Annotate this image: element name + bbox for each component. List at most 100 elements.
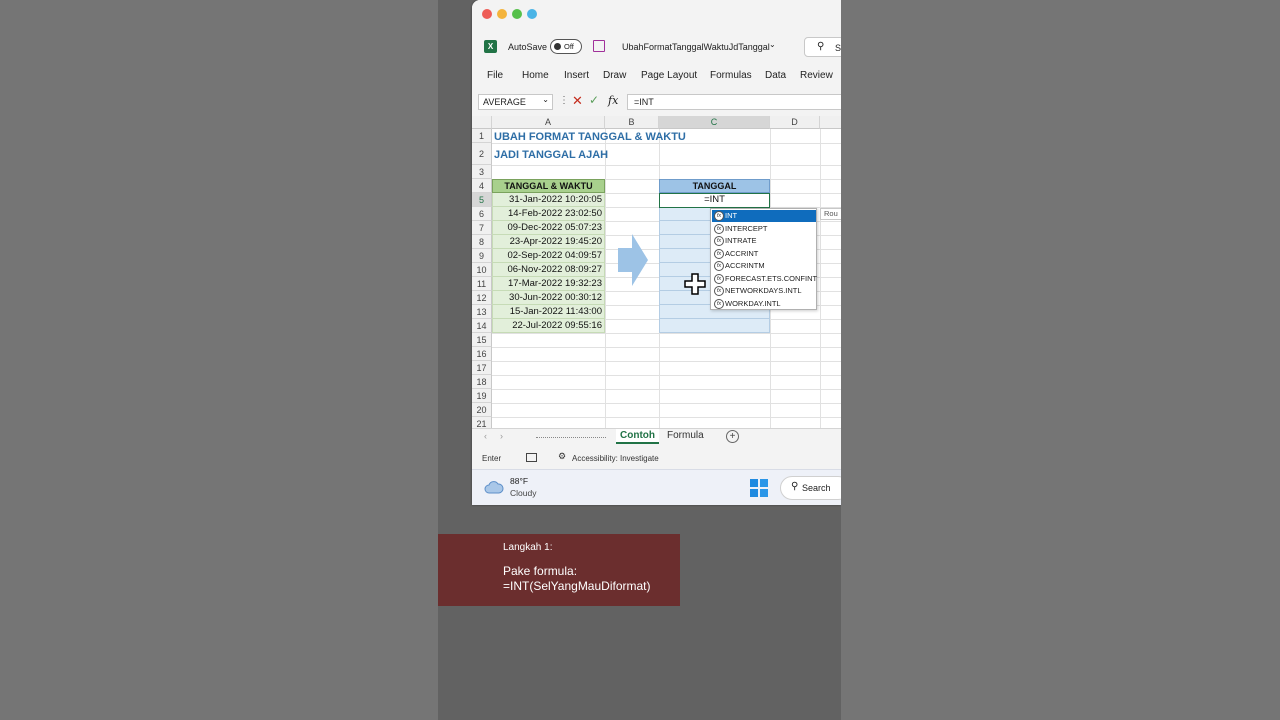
row-header[interactable]: 2 bbox=[472, 143, 492, 165]
chevron-down-icon[interactable]: ⌄ bbox=[769, 40, 776, 49]
windows-start-icon[interactable] bbox=[750, 479, 768, 497]
row-header[interactable]: 21 bbox=[472, 417, 492, 428]
fullscreen-button[interactable] bbox=[527, 9, 537, 19]
row-header[interactable]: 4 bbox=[472, 179, 492, 193]
scroll-left-icon[interactable]: ‹ bbox=[484, 431, 487, 441]
datetime-cell[interactable]: 17-Mar-2022 19:32:23 bbox=[492, 277, 605, 291]
tutorial-caption: Langkah 1: Pake formula: =INT(SelYangMau… bbox=[438, 534, 680, 606]
gridline bbox=[492, 361, 841, 362]
taskbar-search-box[interactable]: ⚲ Search bbox=[780, 476, 841, 500]
save-icon[interactable] bbox=[593, 40, 605, 52]
active-cell-c5[interactable]: =INT bbox=[659, 193, 770, 208]
datetime-cell[interactable]: 15-Jan-2022 11:43:00 bbox=[492, 305, 605, 319]
row-header[interactable]: 9 bbox=[472, 249, 492, 263]
more-options-icon[interactable]: ⋮ bbox=[559, 95, 569, 106]
accessibility-status[interactable]: Accessibility: Investigate bbox=[572, 454, 659, 463]
row-header[interactable]: 20 bbox=[472, 403, 492, 417]
row-header[interactable]: 3 bbox=[472, 165, 492, 179]
row-header[interactable]: 16 bbox=[472, 347, 492, 361]
sheet-title-line1: UBAH FORMAT TANGGAL & WAKTU bbox=[494, 131, 686, 143]
sheet-tab-bar: ‹ › Contoh Formula + bbox=[472, 428, 841, 445]
row-header[interactable]: 15 bbox=[472, 333, 492, 347]
cancel-icon[interactable]: ✕ bbox=[572, 93, 583, 109]
column-header-b[interactable]: B bbox=[605, 116, 659, 129]
autocomplete-item[interactable]: fx INTRATE bbox=[712, 235, 816, 247]
tab-file[interactable]: File bbox=[487, 70, 503, 81]
autocomplete-item[interactable]: fx INTERCEPT bbox=[712, 223, 816, 235]
close-window-button[interactable] bbox=[482, 9, 492, 19]
tab-draw[interactable]: Draw bbox=[603, 70, 626, 81]
maximize-window-button[interactable] bbox=[512, 9, 522, 19]
tab-page-layout[interactable]: Page Layout bbox=[641, 70, 697, 81]
datetime-cell[interactable]: 22-Jul-2022 09:55:16 bbox=[492, 319, 605, 333]
tab-review[interactable]: Review bbox=[800, 70, 833, 81]
column-header-c[interactable]: C bbox=[659, 116, 770, 129]
autosave-toggle[interactable]: Off bbox=[550, 39, 582, 54]
sheet-tab-formula[interactable]: Formula bbox=[663, 430, 708, 441]
datetime-cell[interactable]: 23-Apr-2022 19:45:20 bbox=[492, 235, 605, 249]
column-header-a[interactable]: A bbox=[492, 116, 605, 129]
enter-icon[interactable]: ✓ bbox=[589, 93, 599, 107]
row-header[interactable]: 18 bbox=[472, 375, 492, 389]
search-icon: ⚲ bbox=[791, 481, 799, 492]
datetime-cell[interactable]: 06-Nov-2022 08:09:27 bbox=[492, 263, 605, 277]
minimize-window-button[interactable] bbox=[497, 9, 507, 19]
datetime-cell[interactable]: 14-Feb-2022 23:02:50 bbox=[492, 207, 605, 221]
tab-data[interactable]: Data bbox=[765, 70, 786, 81]
caption-line1: Pake formula: bbox=[503, 564, 578, 578]
autocomplete-item[interactable]: fx INT bbox=[712, 210, 816, 222]
row-header[interactable]: 5 bbox=[472, 193, 492, 207]
autocomplete-item[interactable]: fx ACCRINT bbox=[712, 248, 816, 260]
datetime-cell[interactable]: 31-Jan-2022 10:20:05 bbox=[492, 193, 605, 207]
sheet-tab-scrollbar[interactable] bbox=[536, 437, 606, 438]
cloud-icon bbox=[484, 481, 504, 494]
filename[interactable]: UbahFormatTanggalWaktuJdTanggal bbox=[622, 42, 770, 52]
scroll-right-icon[interactable]: › bbox=[500, 431, 503, 441]
add-sheet-icon[interactable]: + bbox=[726, 430, 739, 443]
row-header[interactable]: 13 bbox=[472, 305, 492, 319]
spreadsheet-grid[interactable]: A B C D 1 2 3 4 5 6 7 8 9 10 11 12 13 14… bbox=[472, 116, 841, 428]
row-header[interactable]: 1 bbox=[472, 129, 492, 143]
autocomplete-item[interactable]: fx ACCRINTM bbox=[712, 260, 816, 272]
date-column-header[interactable]: TANGGAL bbox=[659, 179, 770, 193]
datetime-cell[interactable]: 09-Dec-2022 05:07:23 bbox=[492, 221, 605, 235]
tab-formulas[interactable]: Formulas bbox=[710, 70, 752, 81]
row-header[interactable]: 11 bbox=[472, 277, 492, 291]
cell-cursor-icon bbox=[684, 273, 706, 295]
row-header[interactable]: 6 bbox=[472, 207, 492, 221]
select-all-corner[interactable] bbox=[472, 116, 492, 129]
autocomplete-item[interactable]: fx WORKDAY.INTL bbox=[712, 298, 816, 310]
excel-window: X AutoSave Off UbahFormatTanggalWaktuJdT… bbox=[472, 0, 841, 505]
macro-record-icon[interactable] bbox=[526, 453, 537, 462]
insert-function-icon[interactable]: fx bbox=[608, 94, 618, 107]
date-cell[interactable] bbox=[659, 319, 770, 333]
row-header[interactable]: 12 bbox=[472, 291, 492, 305]
weather-condition[interactable]: Cloudy bbox=[510, 488, 536, 498]
datetime-column-header[interactable]: TANGGAL & WAKTU bbox=[492, 179, 605, 193]
name-box[interactable]: AVERAGE ⌄ bbox=[478, 94, 553, 110]
status-bar: Enter ⚙ Accessibility: Investigate bbox=[472, 448, 841, 468]
tab-insert[interactable]: Insert bbox=[564, 70, 589, 81]
row-header[interactable]: 8 bbox=[472, 235, 492, 249]
weather-temperature[interactable]: 88°F bbox=[510, 476, 528, 486]
datetime-cell[interactable]: 30-Jun-2022 00:30:12 bbox=[492, 291, 605, 305]
gridline bbox=[492, 165, 841, 166]
ribbon-tabs: File Home Insert Draw Page Layout Formul… bbox=[472, 66, 841, 86]
search-box[interactable]: ⚲ S bbox=[804, 37, 841, 57]
row-header[interactable]: 19 bbox=[472, 389, 492, 403]
column-header-e[interactable] bbox=[820, 116, 841, 129]
sheet-tab-contoh[interactable]: Contoh bbox=[616, 429, 659, 444]
chevron-down-icon[interactable]: ⌄ bbox=[542, 95, 549, 104]
row-header[interactable]: 14 bbox=[472, 319, 492, 333]
autocomplete-item[interactable]: fx NETWORKDAYS.INTL bbox=[712, 285, 816, 297]
column-header-d[interactable]: D bbox=[770, 116, 820, 129]
datetime-cell[interactable]: 02-Sep-2022 04:09:57 bbox=[492, 249, 605, 263]
row-header[interactable]: 17 bbox=[472, 361, 492, 375]
tab-home[interactable]: Home bbox=[522, 70, 549, 81]
row-header[interactable]: 10 bbox=[472, 263, 492, 277]
row-header[interactable]: 7 bbox=[472, 221, 492, 235]
accessibility-icon[interactable]: ⚙ bbox=[558, 451, 566, 462]
formula-input[interactable]: =INT bbox=[627, 94, 841, 110]
caption-line2: =INT(SelYangMauDiformat) bbox=[503, 579, 651, 593]
autocomplete-item[interactable]: fx FORECAST.ETS.CONFINT bbox=[712, 273, 817, 285]
